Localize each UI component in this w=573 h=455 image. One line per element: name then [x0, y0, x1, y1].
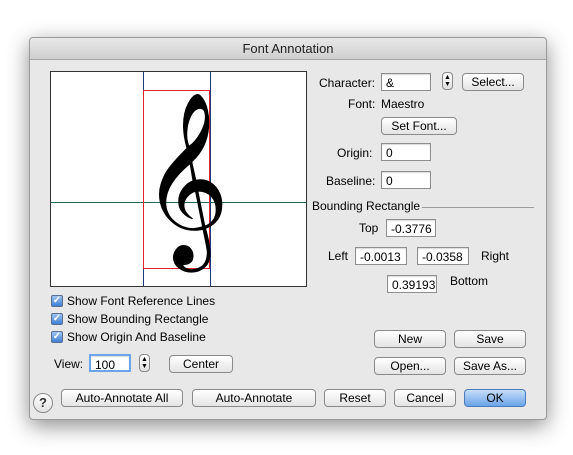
baseline-label: Baseline: — [326, 174, 376, 188]
top-field[interactable]: -0.3776 — [386, 219, 436, 237]
right-label: Right — [481, 249, 510, 263]
stepper-up-icon[interactable]: ▲ — [443, 74, 452, 81]
left-field[interactable]: -0.0013 — [355, 247, 407, 265]
font-annotation-dialog: Font Annotation 𝄞 Character: & ▲ ▼ Selec… — [29, 37, 547, 420]
cancel-button[interactable]: Cancel — [394, 389, 456, 407]
bounding-separator — [422, 207, 534, 208]
view-stepper-up-icon[interactable]: ▲ — [140, 356, 149, 363]
set-font-button[interactable]: Set Font... — [381, 117, 457, 135]
center-button[interactable]: Center — [169, 355, 233, 373]
open-button[interactable]: Open... — [374, 357, 446, 375]
bounding-rectangle-title: Bounding Rectangle — [312, 199, 421, 213]
view-stepper-down-icon[interactable]: ▼ — [140, 363, 149, 370]
font-label: Font: — [348, 97, 376, 111]
auto-annotate-all-button[interactable]: Auto-Annotate All — [61, 389, 183, 407]
show-bounding-rectangle-label: Show Bounding Rectangle — [67, 312, 209, 326]
new-button[interactable]: New — [374, 330, 446, 348]
ok-button[interactable]: OK — [464, 389, 526, 407]
character-label: Character: — [319, 76, 376, 90]
window-title: Font Annotation — [30, 38, 546, 60]
bottom-field[interactable]: 0.39193 — [387, 275, 437, 293]
baseline-field[interactable]: 0 — [381, 171, 431, 189]
left-label: Left — [328, 249, 349, 263]
reset-button[interactable]: Reset — [324, 389, 386, 407]
glyph-preview-canvas[interactable]: 𝄞 — [50, 71, 307, 287]
auto-annotate-button[interactable]: Auto-Annotate — [192, 389, 316, 407]
show-reference-lines-checkbox[interactable]: ✓ — [51, 295, 63, 307]
select-button[interactable]: Select... — [462, 73, 524, 91]
font-name: Maestro — [381, 97, 425, 111]
view-label: View: — [54, 357, 84, 371]
bottom-label: Bottom — [450, 274, 489, 288]
treble-clef-glyph: 𝄞 — [141, 91, 230, 265]
right-field[interactable]: -0.0358 — [417, 247, 469, 265]
show-origin-baseline-checkbox[interactable]: ✓ — [51, 331, 63, 343]
origin-label: Origin: — [337, 146, 373, 160]
top-label: Top — [359, 221, 379, 235]
view-zoom-field[interactable]: 100 — [89, 354, 131, 372]
save-as-button[interactable]: Save As... — [454, 357, 526, 375]
show-origin-baseline-label: Show Origin And Baseline — [67, 330, 206, 344]
character-stepper[interactable]: ▲ ▼ — [442, 72, 453, 90]
help-button[interactable]: ? — [33, 393, 53, 413]
stepper-down-icon[interactable]: ▼ — [443, 81, 452, 88]
show-reference-lines-label: Show Font Reference Lines — [67, 294, 216, 308]
show-bounding-rectangle-checkbox[interactable]: ✓ — [51, 313, 63, 325]
character-field[interactable]: & — [381, 73, 431, 91]
origin-field[interactable]: 0 — [381, 143, 431, 161]
view-stepper[interactable]: ▲ ▼ — [139, 354, 150, 372]
save-button[interactable]: Save — [454, 330, 526, 348]
